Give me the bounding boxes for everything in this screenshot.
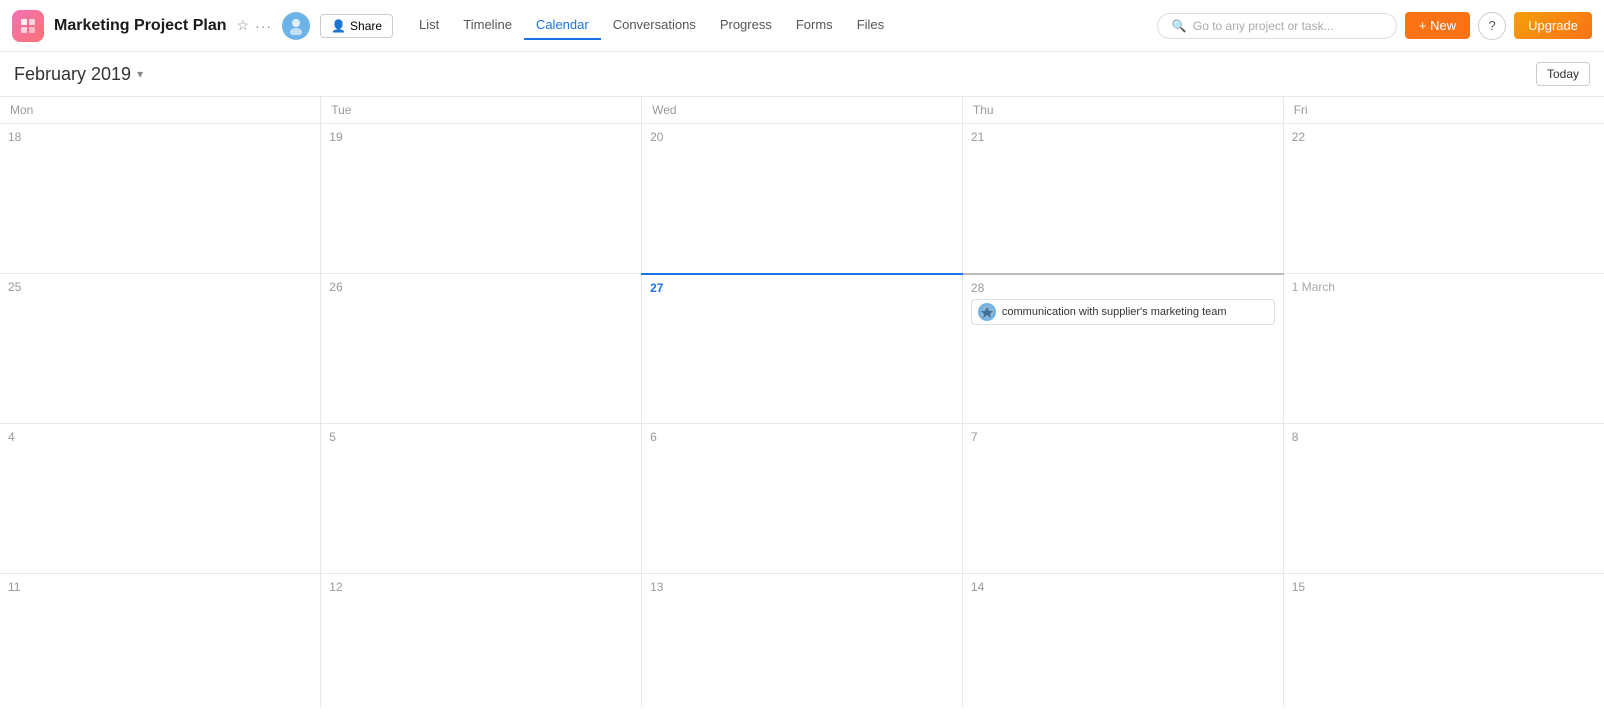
project-title: Marketing Project Plan (54, 17, 227, 35)
header-action-icons: ☆ ··· (237, 17, 273, 34)
day-number: 18 (8, 130, 312, 144)
day-number: 27 (650, 281, 954, 295)
day-number: 28 (971, 281, 1275, 295)
day-number: 22 (1292, 130, 1596, 144)
day-5[interactable]: 5 (321, 424, 642, 574)
calendar-week-1: 18 19 20 21 22 (0, 124, 1604, 274)
event-item[interactable]: communication with supplier's marketing … (971, 299, 1275, 325)
day-28[interactable]: 28 communication with supplier's marketi… (962, 274, 1283, 424)
day-22[interactable]: 22 (1283, 124, 1604, 274)
search-box[interactable]: 🔍 Go to any project or task... (1157, 13, 1397, 39)
avatar (282, 12, 310, 40)
header: Marketing Project Plan ☆ ··· 👤 Share Lis… (0, 0, 1604, 52)
star-icon[interactable]: ☆ (237, 17, 250, 34)
calendar-table: Mon Tue Wed Thu Fri 18 19 20 21 (0, 97, 1604, 707)
tab-progress[interactable]: Progress (708, 11, 784, 40)
day-26[interactable]: 26 (321, 274, 642, 424)
day-15[interactable]: 15 (1283, 574, 1604, 708)
day-11[interactable]: 11 (0, 574, 321, 708)
day-20[interactable]: 20 (642, 124, 963, 274)
day-19[interactable]: 19 (321, 124, 642, 274)
new-button[interactable]: + New (1405, 12, 1470, 39)
day-number: 6 (650, 430, 954, 444)
nav-tabs: List Timeline Calendar Conversations Pro… (407, 11, 896, 40)
tab-timeline[interactable]: Timeline (451, 11, 524, 40)
header-right: 🔍 Go to any project or task... + New ? U… (1157, 12, 1592, 40)
tab-files[interactable]: Files (845, 11, 896, 40)
day-12[interactable]: 12 (321, 574, 642, 708)
tab-forms[interactable]: Forms (784, 11, 845, 40)
col-tue: Tue (321, 97, 642, 124)
calendar-toolbar: February 2019 ▾ Today (0, 52, 1604, 97)
day-number: 26 (329, 280, 633, 294)
upgrade-button[interactable]: Upgrade (1514, 12, 1592, 39)
calendar-wrapper: Mon Tue Wed Thu Fri 18 19 20 21 (0, 97, 1604, 707)
day-number: 12 (329, 580, 633, 594)
person-icon: 👤 (331, 19, 346, 33)
day-4[interactable]: 4 (0, 424, 321, 574)
search-placeholder: Go to any project or task... (1193, 19, 1334, 33)
day-13[interactable]: 13 (642, 574, 963, 708)
day-number: 13 (650, 580, 954, 594)
day-1-march[interactable]: 1 March (1283, 274, 1604, 424)
tab-conversations[interactable]: Conversations (601, 11, 708, 40)
day-number: 19 (329, 130, 633, 144)
calendar-week-4: 11 12 13 14 15 (0, 574, 1604, 708)
day-number: 11 (8, 580, 312, 594)
day-7[interactable]: 7 (962, 424, 1283, 574)
day-number: 7 (971, 430, 1275, 444)
calendar-body: 18 19 20 21 22 25 (0, 124, 1604, 708)
event-title: communication with supplier's marketing … (1002, 306, 1227, 318)
share-button[interactable]: 👤 Share (320, 14, 393, 38)
col-mon: Mon (0, 97, 321, 124)
day-number: 8 (1292, 430, 1596, 444)
calendar-header-row: Mon Tue Wed Thu Fri (0, 97, 1604, 124)
day-21[interactable]: 21 (962, 124, 1283, 274)
day-number: 4 (8, 430, 312, 444)
more-icon[interactable]: ··· (255, 18, 272, 34)
day-number: 20 (650, 130, 954, 144)
calendar-week-3: 4 5 6 7 8 (0, 424, 1604, 574)
day-18[interactable]: 18 (0, 124, 321, 274)
calendar-week-2: 25 26 27 28 (0, 274, 1604, 424)
day-number: 25 (8, 280, 312, 294)
chevron-down-icon: ▾ (137, 67, 143, 81)
day-number: 5 (329, 430, 633, 444)
day-8[interactable]: 8 (1283, 424, 1604, 574)
month-title[interactable]: February 2019 ▾ (14, 64, 143, 85)
app-icon (12, 10, 44, 42)
day-number: 14 (971, 580, 1275, 594)
col-fri: Fri (1283, 97, 1604, 124)
search-icon: 🔍 (1172, 19, 1187, 33)
col-wed: Wed (642, 97, 963, 124)
day-number: 15 (1292, 580, 1596, 594)
day-14[interactable]: 14 (962, 574, 1283, 708)
day-number: 1 March (1292, 280, 1596, 294)
tab-calendar[interactable]: Calendar (524, 11, 601, 40)
today-button[interactable]: Today (1536, 62, 1590, 86)
help-button[interactable]: ? (1478, 12, 1506, 40)
day-6[interactable]: 6 (642, 424, 963, 574)
day-27-today[interactable]: 27 (642, 274, 963, 424)
day-number: 21 (971, 130, 1275, 144)
col-thu: Thu (962, 97, 1283, 124)
tab-list[interactable]: List (407, 11, 451, 40)
event-avatar (978, 303, 996, 321)
day-25[interactable]: 25 (0, 274, 321, 424)
